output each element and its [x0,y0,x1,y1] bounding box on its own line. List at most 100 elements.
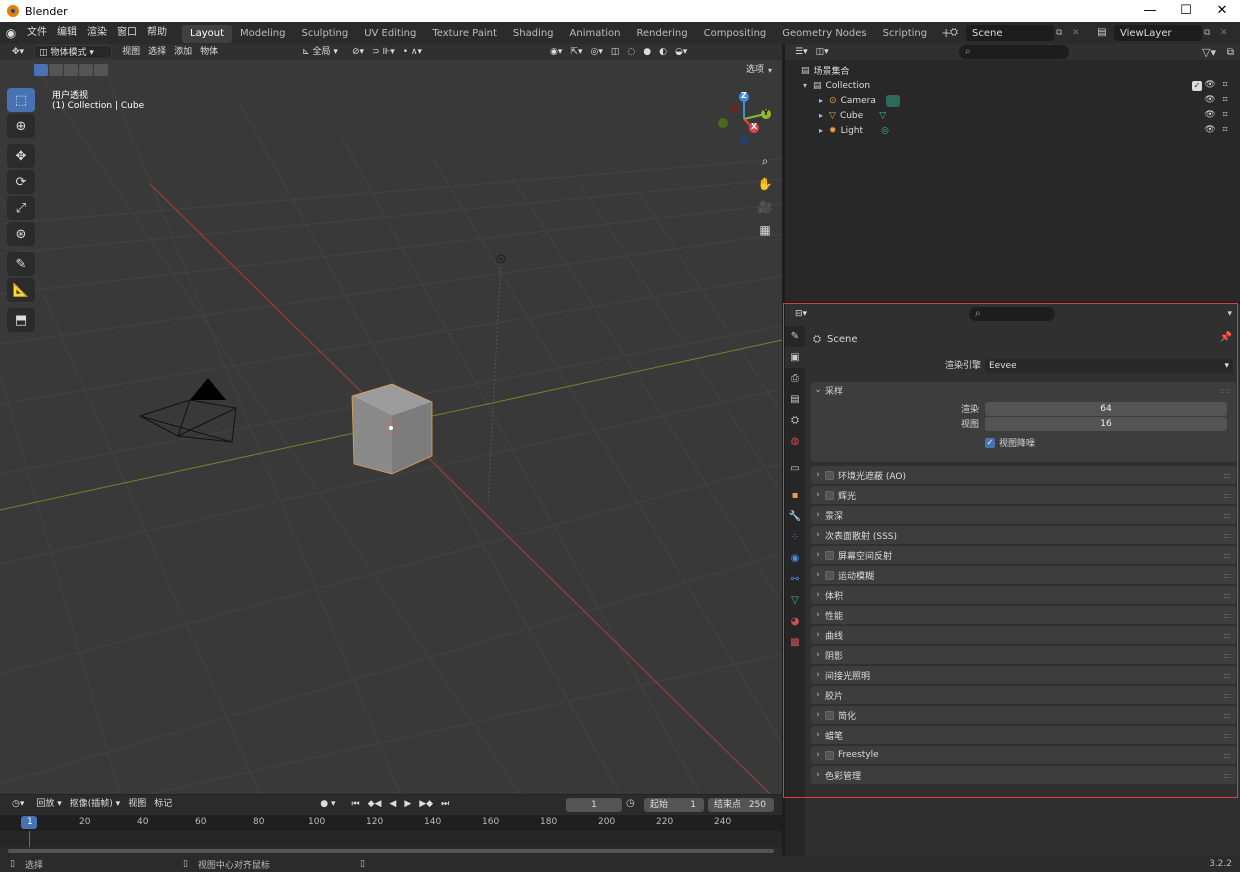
properties-editor-icon[interactable]: ⊟▾ [791,307,811,321]
tab-shading[interactable]: Shading [505,25,562,43]
timeline-track[interactable] [0,831,782,847]
menu-window[interactable]: 窗口 [112,22,142,44]
world-tab-icon[interactable]: ◍ [785,431,805,452]
expand-collection-icon[interactable]: ▾ [803,81,807,90]
tab-compositing[interactable]: Compositing [696,25,775,43]
tab-rendering[interactable]: Rendering [629,25,696,43]
rendered-shading-icon[interactable]: ◒▾ [671,45,691,59]
transform-tool[interactable]: ⊛ [7,222,35,246]
material-shading-icon[interactable]: ◐ [655,45,671,59]
drag-grip-icon[interactable]: :::: [1223,471,1231,480]
new-scene-icon[interactable]: ⧉ [1056,25,1070,41]
annotate-tool[interactable]: ✎ [7,252,35,276]
panel-row[interactable]: › 曲线:::: [811,626,1236,644]
collection-checkbox[interactable]: ✓ [1192,80,1202,91]
proportional-edit-icon[interactable]: • ∧▾ [399,45,426,59]
light-render-icon[interactable]: ⌗ [1219,125,1231,137]
panel-row[interactable]: › 阴影:::: [811,646,1236,664]
drag-grip-icon[interactable]: :::: [1223,651,1231,660]
data-tab-icon[interactable]: ▽ [785,590,805,611]
tab-scripting[interactable]: Scripting [875,25,935,43]
filter-icon[interactable]: ▽▾ [1202,46,1216,59]
drag-grip-icon[interactable]: :::: [1223,491,1231,500]
properties-search-input[interactable]: ⌕ [969,307,1055,321]
panel-row[interactable]: › 蜡笔:::: [811,726,1236,744]
drag-grip-icon[interactable]: :::: [1223,731,1231,740]
tool-tab-icon[interactable]: ✎ [785,326,805,347]
panel-row[interactable]: › 色彩管理:::: [811,766,1236,784]
panel-row[interactable]: › 屏幕空间反射:::: [811,546,1236,564]
overlay-toggle-icon[interactable]: ◎▾ [586,45,606,59]
measure-tool[interactable]: 📐 [7,278,35,302]
transform-orientation-select[interactable]: ⊾ 全局 ▾ [298,45,342,59]
particles-tab-icon[interactable]: ⁘ [785,527,805,548]
panel-row[interactable]: › 次表面散射 (SSS):::: [811,526,1236,544]
panel-checkbox[interactable] [825,750,834,760]
panel-checkbox[interactable] [825,710,834,720]
view-layer-tab-icon[interactable]: ▤ [785,389,805,410]
delete-scene-icon[interactable]: ✕ [1072,25,1086,41]
menu-select[interactable]: 选择 [144,45,170,59]
drag-grip-icon[interactable]: :::: [1223,551,1231,560]
menu-object[interactable]: 物体 [196,45,222,59]
panel-row[interactable]: › 胶片:::: [811,686,1236,704]
scene-icon[interactable]: ⛭ [944,25,964,41]
tab-layout[interactable]: Layout [182,25,232,43]
outliner-item-cube[interactable]: ▸ ▽ Cube ▽ 👁 ⌗ [785,108,1240,123]
constraints-tab-icon[interactable]: ⚯ [785,569,805,590]
expand-camera-icon[interactable]: ▸ [819,96,823,105]
jump-end-icon[interactable]: ⏭ [437,797,453,811]
minimize-button[interactable]: — [1132,0,1168,22]
tab-uv-editing[interactable]: UV Editing [356,25,424,43]
drag-grip-icon[interactable]: :::: [1223,671,1231,680]
outliner-collection[interactable]: ▾ ▤ Collection ✓ 👁 ⌗ [785,78,1240,93]
panel-row[interactable]: › 运动模糊:::: [811,566,1236,584]
xray-icon[interactable]: ◫ [607,45,624,59]
pan-hand-icon[interactable]: ✋ [754,173,776,195]
drag-grip-icon[interactable]: :::: [1223,751,1231,760]
expand-light-icon[interactable]: ▸ [819,126,823,135]
select-subtract-icon[interactable] [64,64,78,76]
material-tab-icon[interactable]: ◕ [785,611,805,632]
select-invert-icon[interactable] [79,64,93,76]
camera-data-icon[interactable] [885,94,900,107]
texture-tab-icon[interactable]: ▩ [785,632,805,653]
object-tab-icon[interactable]: ▪ [785,485,805,506]
drag-grip-icon[interactable]: :::: [1223,571,1231,580]
menu-help[interactable]: 帮助 [142,22,172,44]
drag-grip-icon[interactable]: :::: [1223,511,1231,520]
wireframe-shading-icon[interactable]: ◌ [623,45,639,59]
play-reverse-icon[interactable]: ◀ [385,797,400,811]
panel-checkbox[interactable] [825,570,834,580]
modifier-tab-icon[interactable]: 🔧 [785,506,805,527]
outliner-item-light[interactable]: ▸ ✹ Light ◎ 👁 ⌗ [785,123,1240,138]
tab-geometry-nodes[interactable]: Geometry Nodes [774,25,874,43]
timeline-scrollbar[interactable] [8,849,774,853]
panel-row[interactable]: › 体积:::: [811,586,1236,604]
snap-icon[interactable]: ⊃ ⊪▾ [368,45,399,59]
menu-view[interactable]: 视图 [118,45,144,59]
perspective-toggle-icon[interactable]: ▦ [754,219,776,241]
options-menu[interactable]: 选项 ▾ [742,62,772,78]
jump-keyframe-forward-icon[interactable]: ▶◆ [415,797,437,811]
menu-keying[interactable]: 抠像(插帧) ▾ [66,797,124,811]
menu-file[interactable]: 文件 [22,22,52,44]
panel-checkbox[interactable] [825,490,834,500]
drag-grip-icon[interactable]: :::: [1223,531,1231,540]
timeline-ruler[interactable]: 1 20 40 60 80 100 120 140 160 180 200 22… [0,815,782,831]
render-tab-icon[interactable]: ▣ [785,347,805,368]
menu-timeline-view[interactable]: 视图 [124,797,150,811]
panel-row[interactable]: › 间接光照明:::: [811,666,1236,684]
tab-texture-paint[interactable]: Texture Paint [424,25,505,43]
jump-keyframe-back-icon[interactable]: ◆◀ [364,797,386,811]
viewport-denoise-toggle[interactable]: ✓ 视图降噪 [985,436,1035,449]
view-layer-field[interactable]: ViewLayer [1114,25,1202,41]
panel-row[interactable]: › 景深:::: [811,506,1236,524]
collection-tab-icon[interactable]: ▭ [785,458,805,479]
jump-start-icon[interactable]: ⏮ [347,797,363,811]
add-cube-tool[interactable]: ⬒ [7,308,35,332]
select-new-icon[interactable] [34,64,48,76]
menu-edit[interactable]: 编辑 [52,22,82,44]
cube-render-icon[interactable]: ⌗ [1219,110,1231,122]
drag-grip-icon[interactable]: :::: [1223,611,1231,620]
